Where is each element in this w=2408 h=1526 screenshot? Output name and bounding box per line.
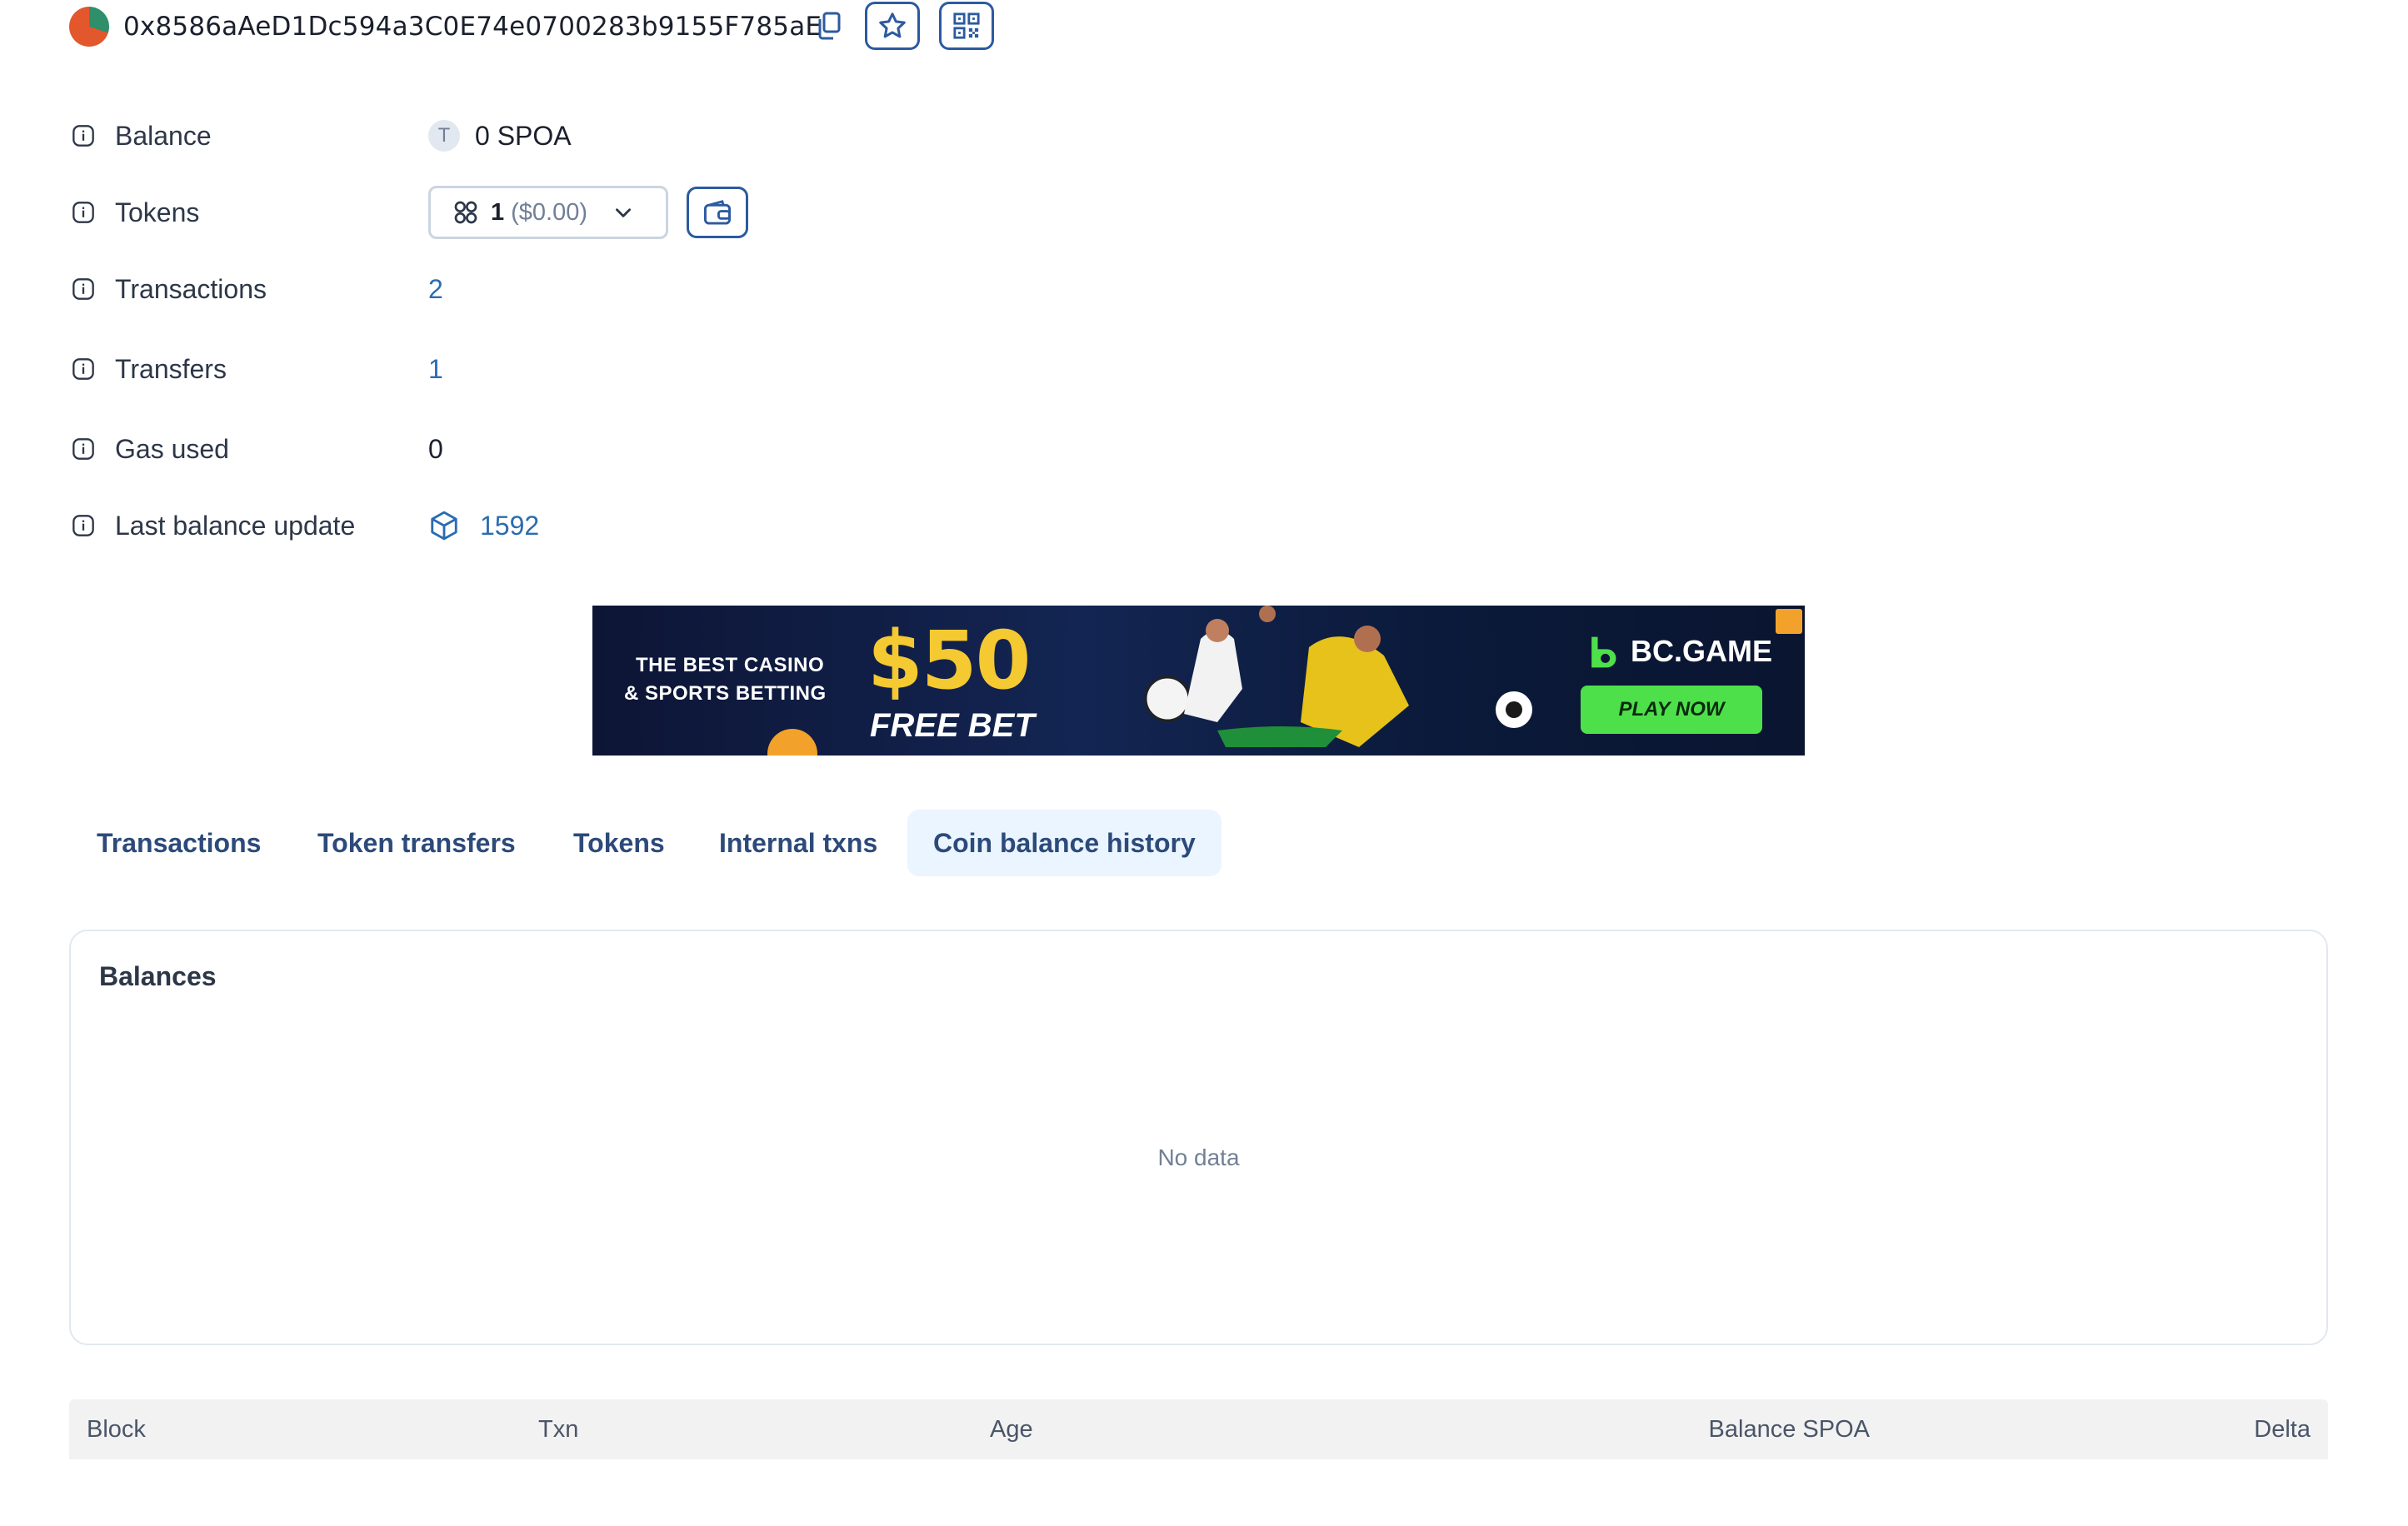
balance-value: T 0 SPOA <box>428 115 572 157</box>
detail-row-transactions: Transactions <box>72 268 267 310</box>
detail-row-tokens: Tokens <box>72 192 199 233</box>
tokens-label: Tokens <box>115 197 200 227</box>
ad-brand: BC.GAME <box>1631 634 1772 668</box>
bitcoin-coin-graphic <box>767 729 817 756</box>
address-hash: 0x8586aAeD1Dc594a3C0E74e0700283b9155F785… <box>123 12 822 42</box>
native-token-icon: T <box>428 120 460 152</box>
transactions-value: 2 <box>428 268 443 310</box>
qr-code-icon <box>953 12 980 39</box>
column-header-txn: Txn <box>538 1416 579 1443</box>
balance-amount: 0 SPOA <box>475 120 572 151</box>
info-icon[interactable] <box>72 357 95 381</box>
ad-amount: $50 <box>867 614 1031 707</box>
ad-offer: FREE BET <box>870 707 1035 744</box>
info-icon[interactable] <box>72 514 95 537</box>
transactions-count-link[interactable]: 2 <box>428 274 443 305</box>
tab-internal-txns[interactable]: Internal txns <box>693 810 903 876</box>
tokens-count: 1 <box>491 198 505 226</box>
tab-transactions[interactable]: Transactions <box>71 810 287 876</box>
ad-play-now-button[interactable]: PLAY NOW <box>1581 686 1762 734</box>
tokens-grid-icon <box>454 201 477 224</box>
transfers-count-link[interactable]: 1 <box>428 354 443 385</box>
balance-history-table-header: Block Txn Age Balance SPOA Delta <box>69 1399 2328 1459</box>
tokens-usd: ($0.00) <box>511 198 588 226</box>
gas-used-label: Gas used <box>115 433 229 464</box>
column-header-balance: Balance SPOA <box>1708 1416 1870 1443</box>
column-header-delta: Delta <box>2254 1416 2311 1443</box>
detail-row-last-balance-update: Last balance update <box>72 505 355 546</box>
wallet-icon <box>704 200 731 225</box>
address-avatar <box>69 7 109 47</box>
tokens-dropdown[interactable]: 1 ($0.00) <box>428 186 668 239</box>
chevron-down-icon <box>616 208 632 217</box>
info-icon[interactable] <box>72 277 95 301</box>
ad-badge-icon <box>1776 609 1802 634</box>
bc-game-logo-icon <box>1591 636 1616 668</box>
column-header-block: Block <box>87 1416 146 1443</box>
balance-label: Balance <box>115 120 212 151</box>
balances-title: Balances <box>99 961 217 991</box>
qr-code-button[interactable] <box>939 2 994 50</box>
tab-token-transfers[interactable]: Token transfers <box>292 810 542 876</box>
detail-row-gas-used: Gas used <box>72 428 229 470</box>
gas-used-value: 0 <box>428 433 443 464</box>
last-balance-update-label: Last balance update <box>115 510 356 541</box>
detail-row-balance: Balance <box>72 115 212 157</box>
copy-address-button[interactable] <box>817 12 842 40</box>
info-icon[interactable] <box>72 437 95 461</box>
block-number-link[interactable]: 1592 <box>480 511 539 541</box>
transactions-label: Transactions <box>115 273 267 304</box>
transfers-label: Transfers <box>115 353 227 384</box>
block-cube-icon <box>431 511 457 541</box>
tab-tokens[interactable]: Tokens <box>547 810 691 876</box>
info-icon[interactable] <box>72 201 95 224</box>
ad-tagline-line2: & SPORTS BETTING <box>624 682 827 705</box>
football-players-graphic <box>1144 606 1409 747</box>
copy-icon <box>818 12 841 40</box>
transfers-value: 1 <box>428 348 443 390</box>
token-wallet-button[interactable] <box>687 187 748 238</box>
star-icon <box>879 12 906 38</box>
ad-banner[interactable]: THE BEST CASINO & SPORTS BETTING $50 FRE… <box>592 606 1805 756</box>
info-icon[interactable] <box>72 124 95 147</box>
tab-coin-balance-history[interactable]: Coin balance history <box>907 810 1221 876</box>
balances-chart-panel: Balances No data <box>69 930 2328 1345</box>
detail-row-transfers: Transfers <box>72 348 227 390</box>
poker-chip-graphic <box>1496 691 1532 728</box>
ad-tagline-line1: THE BEST CASINO <box>636 654 825 676</box>
watchlist-button[interactable] <box>865 2 920 50</box>
column-header-age: Age <box>990 1416 1033 1443</box>
last-balance-update-value: 1592 <box>428 505 539 546</box>
no-data-message: No data <box>1157 1144 1240 1170</box>
